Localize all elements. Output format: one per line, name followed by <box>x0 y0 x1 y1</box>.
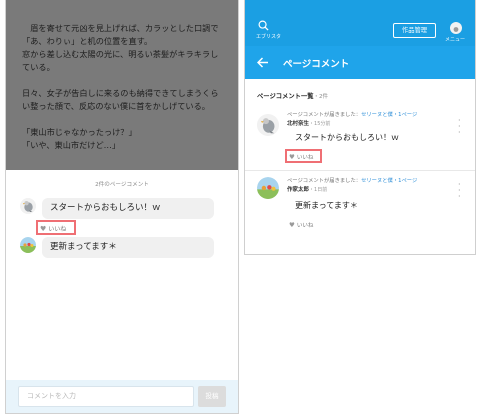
comment-count-label: 2件のページコメント <box>95 182 149 188</box>
story-line: 眉を寄せて元凶を見上げれば、カラッとした口調で <box>22 23 219 33</box>
comment-list-title: ページコメント一覧・2件 <box>257 91 328 100</box>
list-title-text: ページコメント一覧 <box>257 93 314 100</box>
back-arrow-icon[interactable] <box>257 57 269 68</box>
search-icon[interactable] <box>258 20 269 31</box>
comment-time: ・15分前 <box>309 121 331 127</box>
story-line: 窓から差し込む太陽の光に、明るい茶髪がキラキラし <box>22 49 219 59</box>
comment-text: スタートからおもしろい！ｗ <box>295 133 399 142</box>
site-header: エブリスタ 作品管理 メニュー <box>245 0 475 46</box>
heart-icon: ♥ <box>289 221 295 229</box>
list-count: ・2件 <box>313 94 329 100</box>
comment-time: ・1日前 <box>309 187 328 193</box>
comment-meta: ページコメントが届きました：セリーヌと僕・1ページ <box>287 110 417 118</box>
page-title: ページコメント <box>283 59 350 70</box>
story-line: 「いや、東山市だけど…」 <box>22 140 121 150</box>
story-line: 「東山市じゃなかったっけ？」 <box>22 127 137 137</box>
page-title-bar: ページコメント <box>245 46 475 79</box>
more-menu-icon[interactable]: · · · <box>458 117 461 137</box>
highlight-box <box>36 220 76 235</box>
story-line: 日々、女子が告白しに来るのも納得できてしまうくら <box>22 88 219 98</box>
author-name[interactable]: 作家太郎 <box>287 187 309 193</box>
page-comment-panel: 2件のページコメント スタートからおもしろい！ｗ ♥ いいね 更新まってます＊ … <box>6 170 238 413</box>
commenter-avatar[interactable] <box>257 177 279 199</box>
work-page-link[interactable]: セリーヌと僕・1ページ <box>361 178 417 184</box>
highlight-box <box>285 149 322 163</box>
user-avatar[interactable] <box>450 22 462 34</box>
story-line: ている。 <box>22 62 55 72</box>
like-button[interactable]: ♥ いいね <box>289 221 313 229</box>
commenter-avatar[interactable] <box>257 114 279 136</box>
comment-text: 更新まってます＊ <box>50 242 117 252</box>
post-button[interactable]: 投稿 <box>198 386 226 407</box>
commenter-avatar[interactable] <box>20 198 36 214</box>
comment-meta: ページコメントが届きました：セリーヌと僕・1ページ <box>287 176 417 184</box>
comment-text: 更新まってます＊ <box>295 201 358 210</box>
bird-avatar-icon <box>257 114 279 136</box>
more-menu-icon[interactable]: · · · <box>458 181 461 201</box>
comment-author: 北村奈生・15分前 <box>287 119 330 127</box>
story-text-dimmed: 眉を寄せて元凶を見上げれば、カラッとした口調で 「あ、わりぃ」と机の位置を直す。… <box>6 0 238 170</box>
meta-prefix: ページコメントが届きました： <box>287 112 362 118</box>
mobile-reader-view: 眉を寄せて元凶を見上げれば、カラッとした口調で 「あ、わりぃ」と机の位置を直す。… <box>5 0 239 414</box>
comment-input-bar: コメントを入力 投稿 <box>6 380 238 413</box>
meta-prefix: ページコメントが届きました： <box>287 178 362 184</box>
author-name[interactable]: 北村奈生 <box>287 121 309 127</box>
bird-avatar-icon <box>20 198 36 214</box>
brand-logo[interactable]: エブリスタ <box>256 33 281 40</box>
divider <box>245 170 475 171</box>
commenter-avatar[interactable] <box>20 237 36 253</box>
work-page-link[interactable]: セリーヌと僕・1ページ <box>361 112 417 118</box>
comment-input[interactable]: コメントを入力 <box>18 386 194 407</box>
tulip-avatar-icon <box>20 237 36 253</box>
user-icon <box>453 27 459 32</box>
comment-bubble: 更新まってます＊ <box>42 237 214 258</box>
like-label: いいね <box>296 223 314 229</box>
menu-label[interactable]: メニュー <box>445 36 465 43</box>
comment-text: スタートからおもしろい！ｗ <box>50 203 161 213</box>
comment-author: 作家太郎・1日前 <box>287 185 327 193</box>
manage-works-button[interactable]: 作品管理 <box>393 23 436 38</box>
tulip-avatar-icon <box>257 177 279 199</box>
web-comment-view: エブリスタ 作品管理 メニュー ページコメント ページコメント一覧・2件 ページ… <box>244 0 476 255</box>
comment-bubble: スタートからおもしろい！ｗ <box>42 198 214 219</box>
story-line: い整った顔で、反応のない僕に首をかしげている。 <box>22 101 210 111</box>
story-line: 「あ、わりぃ」と机の位置を直す。 <box>22 36 153 46</box>
